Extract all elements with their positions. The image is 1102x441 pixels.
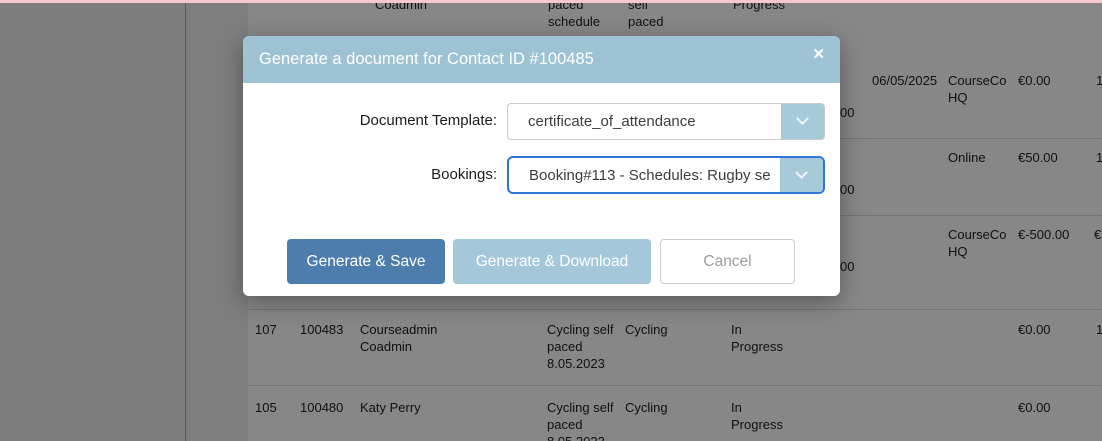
bookings-label: Bookings: [263, 166, 497, 183]
generate-download-button[interactable]: Generate & Download [453, 239, 651, 284]
document-template-value: certificate_of_attendance [508, 104, 781, 139]
top-accent-line [0, 0, 1102, 3]
chevron-down-icon[interactable] [781, 104, 824, 139]
modal-header: Generate a document for Contact ID #1004… [243, 36, 840, 83]
document-template-select[interactable]: certificate_of_attendance [507, 103, 825, 140]
cancel-button[interactable]: Cancel [660, 239, 795, 284]
generate-document-modal: Generate a document for Contact ID #1004… [243, 36, 840, 296]
close-icon[interactable]: ✕ [812, 47, 825, 62]
modal-title: Generate a document for Contact ID #1004… [259, 36, 594, 83]
document-template-label: Document Template: [263, 112, 497, 129]
chevron-down-icon[interactable] [780, 158, 823, 192]
bookings-value: Booking#113 - Schedules: Rugby se [509, 158, 780, 192]
bookings-select[interactable]: Booking#113 - Schedules: Rugby se [507, 156, 825, 194]
generate-save-button[interactable]: Generate & Save [287, 239, 445, 284]
